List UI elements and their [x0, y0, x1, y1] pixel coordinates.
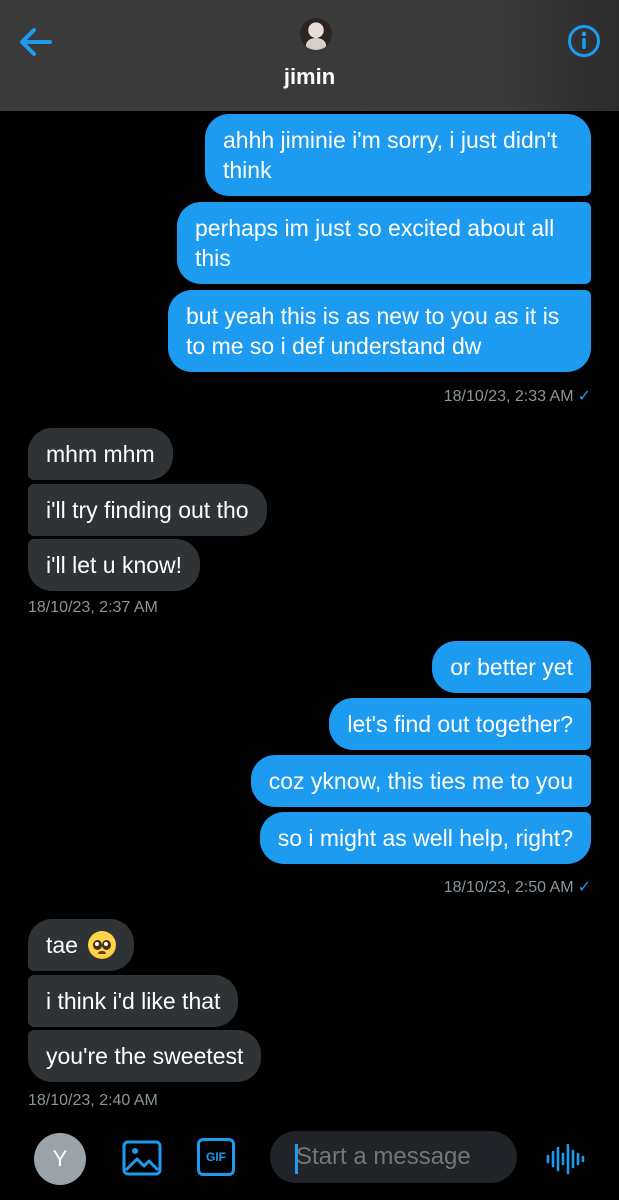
back-arrow-icon[interactable]	[16, 22, 56, 62]
pleading-face-emoji	[88, 931, 117, 959]
message-input[interactable]	[270, 1131, 517, 1183]
gif-button[interactable]: GIF	[197, 1138, 235, 1176]
read-check-icon: ✓	[577, 388, 591, 405]
message-timestamp: 18/10/23, 2:33 AM ✓	[444, 386, 591, 406]
timestamp-text: 18/10/23, 2:33 AM	[443, 388, 574, 405]
message-timestamp: 18/10/23, 2:40 AM	[28, 1092, 158, 1109]
message-timestamp: 18/10/23, 2:50 AM ✓	[444, 877, 591, 897]
sent-message[interactable]: ahhh jiminie i'm sorry, i just didn't th…	[205, 114, 591, 196]
sent-message[interactable]: but yeah this is as new to you as it is …	[168, 290, 591, 372]
sent-message[interactable]: coz yknow, this ties me to you	[250, 755, 591, 807]
user-avatar[interactable]: Y	[34, 1133, 86, 1185]
text-caret	[295, 1144, 298, 1174]
received-message[interactable]: i'll let u know!	[28, 539, 201, 591]
received-message[interactable]: i'll try finding out tho	[28, 484, 267, 536]
message-composer: Y GIF	[0, 1120, 619, 1200]
sent-message[interactable]: or better yet	[432, 641, 591, 693]
received-message[interactable]: i think i'd like that	[28, 975, 239, 1027]
received-message[interactable]: tae	[28, 919, 135, 971]
read-check-icon: ✓	[577, 879, 591, 896]
sent-message[interactable]: perhaps im just so excited about all thi…	[177, 202, 591, 284]
chat-header: jimin	[0, 0, 619, 111]
received-message[interactable]: mhm mhm	[28, 428, 173, 480]
timestamp-text: 18/10/23, 2:50 AM	[443, 879, 574, 896]
message-text: tae	[46, 932, 78, 958]
contact-avatar[interactable]	[300, 18, 332, 50]
sent-message[interactable]: let's find out together?	[329, 698, 591, 750]
sent-message[interactable]: so i might as well help, right?	[259, 812, 591, 864]
received-message[interactable]: you're the sweetest	[28, 1030, 262, 1082]
contact-name[interactable]: jimin	[0, 64, 619, 90]
message-timestamp: 18/10/23, 2:37 AM	[28, 599, 158, 616]
info-icon[interactable]	[567, 24, 601, 58]
image-icon[interactable]	[120, 1136, 164, 1180]
voice-message-icon[interactable]	[545, 1142, 587, 1176]
